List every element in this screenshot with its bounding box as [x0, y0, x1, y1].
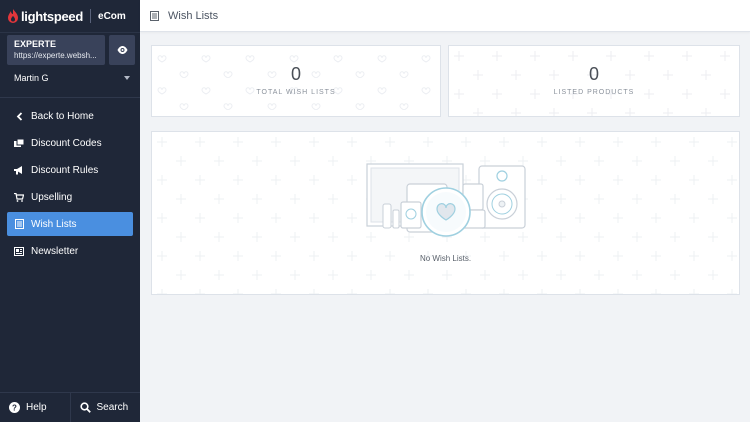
sidebar-item-back-to-home[interactable]: Back to Home [7, 104, 133, 128]
sidebar-item-wish-lists[interactable]: Wish Lists [7, 212, 133, 236]
stat-label: TOTAL WISH LISTS [256, 89, 336, 96]
sidebar-nav: Back to Home Discount Codes Discount Rul… [7, 104, 133, 266]
eye-icon [117, 46, 127, 54]
stat-value: 0 [588, 64, 599, 84]
sidebar-item-label: Wish Lists [31, 218, 77, 230]
store-url: https://experte.websh... [14, 51, 97, 60]
svg-text:?: ? [12, 403, 17, 412]
store-name: EXPERTE [14, 39, 57, 49]
search-icon [79, 402, 91, 413]
products-heart-illustration [366, 163, 526, 237]
tickets-icon [14, 138, 24, 148]
view-store-button[interactable] [109, 35, 135, 65]
page-title: Wish Lists [168, 9, 219, 22]
sidebar-item-discount-rules[interactable]: Discount Rules [7, 158, 133, 182]
search-button[interactable]: Search [69, 393, 141, 422]
list-icon [150, 10, 159, 21]
chevron-down-icon [124, 76, 130, 80]
brand-divider [90, 9, 92, 23]
help-icon: ? [9, 402, 20, 413]
lightspeed-flame-icon [8, 9, 18, 23]
user-menu[interactable]: Martin G [14, 73, 130, 83]
sidebar-item-newsletter[interactable]: Newsletter [7, 239, 133, 263]
search-label: Search [96, 402, 129, 413]
chevron-left-icon [14, 111, 24, 121]
sidebar: lightspeed eCom EXPERTE https://experte.… [0, 0, 140, 422]
stat-value: 0 [290, 64, 301, 84]
page-header: Wish Lists [140, 0, 750, 32]
sidebar-item-label: Newsletter [31, 245, 79, 257]
brand-product: eCom [98, 10, 126, 22]
stat-card-listed-products: 0 LISTED PRODUCTS [448, 45, 740, 117]
stat-label: LISTED PRODUCTS [553, 89, 635, 96]
store-selector[interactable]: EXPERTE https://experte.websh... [7, 35, 105, 65]
help-label: Help [26, 402, 47, 413]
sidebar-footer: ? Help Search [0, 392, 140, 422]
sidebar-divider [0, 97, 140, 98]
newspaper-icon [14, 246, 24, 256]
stat-card-total-wish-lists: 0 TOTAL WISH LISTS [151, 45, 441, 117]
sidebar-item-upselling[interactable]: Upselling [7, 185, 133, 209]
sidebar-item-label: Upselling [31, 191, 73, 203]
sidebar-item-label: Back to Home [31, 110, 94, 122]
cart-icon [14, 192, 24, 202]
empty-state-card: No Wish Lists. [151, 131, 740, 295]
brand-name: lightspeed [21, 8, 84, 24]
help-button[interactable]: ? Help [0, 393, 70, 422]
sidebar-item-label: Discount Codes [31, 137, 102, 149]
megaphone-icon [14, 165, 24, 175]
sidebar-item-label: Discount Rules [31, 164, 99, 176]
list-icon [14, 219, 24, 229]
empty-state-message: No Wish Lists. [419, 254, 472, 263]
user-name: Martin G [14, 73, 49, 83]
brand-logo[interactable]: lightspeed eCom [0, 0, 140, 33]
sidebar-item-discount-codes[interactable]: Discount Codes [7, 131, 133, 155]
